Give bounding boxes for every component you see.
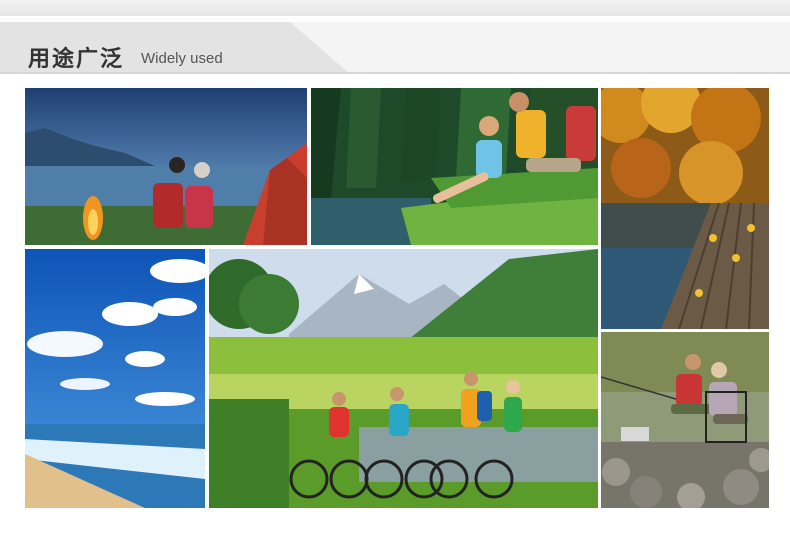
photo-cyclists-meadow — [208, 248, 599, 509]
photo-fishing-rocks — [600, 331, 770, 509]
section-title-chinese: 用途广泛 — [28, 47, 125, 72]
photo-campfire-lake — [24, 87, 308, 246]
photo-beach-sky — [24, 248, 206, 509]
photo-autumn-dock — [600, 87, 770, 330]
photo-couple-forest-stream — [310, 87, 599, 246]
section-title-english: Widely used — [141, 50, 223, 67]
top-bar — [0, 0, 790, 16]
